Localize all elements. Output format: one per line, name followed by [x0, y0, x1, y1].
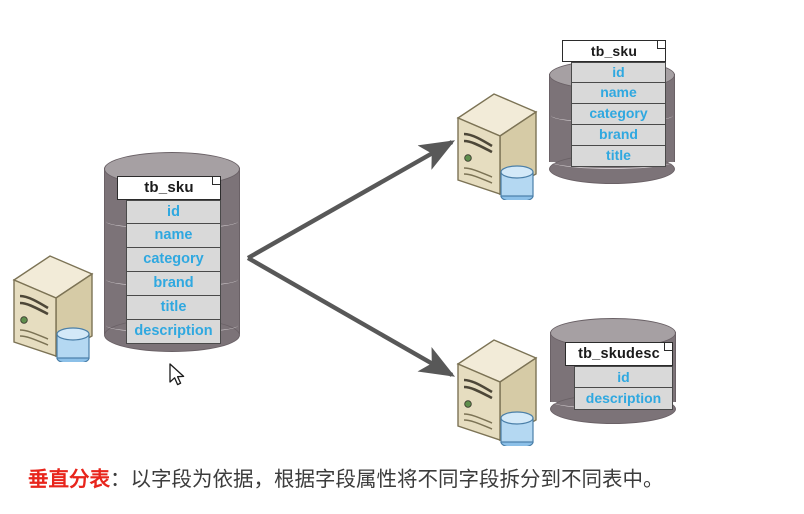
diagram-canvas: tb_sku id name category brand title desc… [0, 0, 804, 514]
database-disk-icon [500, 411, 534, 449]
database-disk-icon [56, 327, 90, 365]
table-field: brand [571, 125, 666, 146]
table-field-list: id name category brand title [571, 62, 666, 167]
table-field: name [571, 83, 666, 104]
server-tower-icon [12, 255, 94, 365]
target-top-table[interactable]: tb_sku id name category brand title [562, 40, 666, 167]
table-field-list: id description [574, 366, 673, 410]
table-field: id [571, 62, 666, 83]
target-bottom-table[interactable]: tb_skudesc id description [565, 342, 673, 410]
table-field-list: id name category brand title description [126, 200, 221, 344]
server-tower-icon [456, 339, 538, 449]
split-arrow-bottom [246, 256, 456, 377]
table-field: category [571, 104, 666, 125]
target-top-server[interactable] [450, 88, 542, 203]
table-field: title [126, 296, 221, 320]
table-field: id [126, 200, 221, 224]
table-field: title [571, 146, 666, 167]
split-arrow-top [246, 140, 456, 260]
table-field: id [574, 366, 673, 388]
database-disk-icon [500, 165, 534, 203]
table-field: description [126, 320, 221, 344]
server-tower-icon [456, 93, 538, 203]
table-title: tb_sku [117, 176, 221, 200]
source-table-tb-sku[interactable]: tb_sku id name category brand title desc… [117, 176, 221, 344]
target-bottom-server[interactable] [450, 334, 542, 449]
table-field: brand [126, 272, 221, 296]
table-field: name [126, 224, 221, 248]
table-field: category [126, 248, 221, 272]
source-database-server[interactable] [6, 250, 98, 365]
table-title: tb_sku [562, 40, 666, 62]
table-title: tb_skudesc [565, 342, 673, 366]
table-field: description [574, 388, 673, 410]
